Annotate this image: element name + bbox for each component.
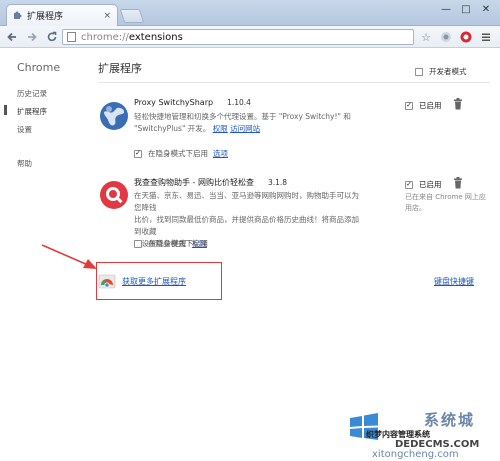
url-path: extensions (128, 31, 183, 43)
sidebar: Chrome 历史记录 扩展程序 设置 帮助 (0, 48, 80, 461)
page-icon (67, 32, 76, 42)
enabled-toggle[interactable]: ✓ 已启用 (405, 179, 442, 190)
forward-icon[interactable] (24, 29, 40, 45)
watermark-brand: 系统城 (424, 411, 476, 429)
get-more-extensions-link[interactable]: 获取更多扩展程序 (122, 276, 186, 287)
address-bar[interactable]: chrome:// extensions (62, 29, 414, 45)
incognito-label: 在隐身模式下启用 (148, 149, 208, 158)
watermark-line3: xitongcheng.com (372, 449, 459, 460)
page-title: 扩展程序 (98, 62, 142, 75)
puzzle-icon (13, 11, 22, 20)
new-tab-button[interactable] (119, 9, 145, 23)
sidebar-item-history[interactable]: 历史记录 (17, 88, 47, 99)
trash-icon[interactable] (453, 177, 463, 189)
toolbar-icons: ☆ (418, 29, 494, 45)
extension-icon[interactable] (438, 29, 454, 45)
title-divider (98, 82, 490, 83)
menu-icon[interactable] (478, 29, 494, 45)
tab-title: 扩展程序 (27, 12, 64, 22)
sidebar-item-extensions[interactable]: 扩展程序 (17, 106, 47, 117)
globe-icon (100, 102, 128, 130)
extension-description: 轻松快捷地管理和切换多个代理设置。基于 "Proxy Switchy!" 和 "… (134, 112, 351, 133)
enabled-checkbox[interactable]: ✓ (405, 101, 413, 110)
sidebar-item-settings[interactable]: 设置 (17, 124, 32, 135)
active-indicator (4, 105, 7, 115)
extension-item-proxy-switchysharp: Proxy SwitchySharp 1.10.4 轻松快捷地管理和切换多个代理设… (98, 98, 490, 162)
woachacha-icon (100, 181, 128, 209)
trash-icon[interactable] (453, 98, 463, 110)
extension-red-icon[interactable] (458, 29, 474, 45)
window-controls: — □ ✕ (436, 2, 496, 17)
sidebar-item-help[interactable]: 帮助 (17, 158, 32, 169)
enabled-label: 已启用 (419, 180, 442, 189)
tab-strip: 扩展程序 × — □ ✕ (0, 0, 500, 26)
url-scheme: chrome:// (81, 31, 129, 43)
reload-icon[interactable] (44, 29, 60, 45)
star-icon[interactable]: ☆ (418, 29, 434, 45)
keyboard-shortcuts-link[interactable]: 键盘快捷键 (434, 276, 474, 287)
extension-version: 1.10.4 (227, 98, 251, 107)
enabled-checkbox[interactable]: ✓ (405, 180, 413, 189)
webstore-icon (98, 274, 116, 289)
incognito-toggle[interactable]: 在隐身模式下启用 (134, 238, 208, 249)
tab-close-icon[interactable]: × (103, 11, 111, 21)
extension-name: 我查查购物助手 - 网购比价轻松查 3.1.8 (134, 178, 288, 187)
close-window-icon[interactable]: ✕ (476, 2, 496, 17)
extension-name: Proxy SwitchySharp 1.10.4 (134, 98, 251, 107)
incognito-checkbox[interactable]: ✓ (134, 149, 142, 158)
back-icon[interactable] (4, 29, 20, 45)
extension-item-woachacha: 我查查购物助手 - 网购比价轻松查 3.1.8 在天猫、京东、易迅、当当、亚马逊等… (98, 177, 490, 257)
options-link[interactable]: 选项 (213, 148, 228, 159)
webstore-note: 已在来自 Chrome 网上应用店。 (405, 193, 486, 212)
incognito-checkbox[interactable] (134, 239, 142, 248)
visit-website-link[interactable]: 访问网站 (230, 124, 260, 133)
extension-version: 3.1.8 (267, 178, 288, 187)
get-more-extensions[interactable]: 获取更多扩展程序 (98, 272, 186, 290)
enabled-label: 已启用 (419, 101, 442, 110)
tab-extensions[interactable]: 扩展程序 × (6, 4, 118, 26)
maximize-icon[interactable]: □ (456, 2, 476, 17)
developer-mode-label: 开发者模式 (429, 67, 467, 76)
incognito-toggle[interactable]: ✓ 在隐身模式下启用 选项 (134, 148, 228, 159)
developer-mode-checkbox[interactable] (415, 67, 423, 76)
incognito-label: 在隐身模式下启用 (148, 239, 208, 248)
enabled-toggle[interactable]: ✓ 已启用 (405, 100, 442, 111)
browser-toolbar: chrome:// extensions ☆ (0, 26, 500, 48)
permissions-link[interactable]: 权限 (213, 124, 228, 133)
minimize-icon[interactable]: — (436, 2, 456, 17)
sidebar-brand: Chrome (17, 61, 61, 74)
developer-mode-toggle[interactable]: 开发者模式 (415, 66, 467, 77)
